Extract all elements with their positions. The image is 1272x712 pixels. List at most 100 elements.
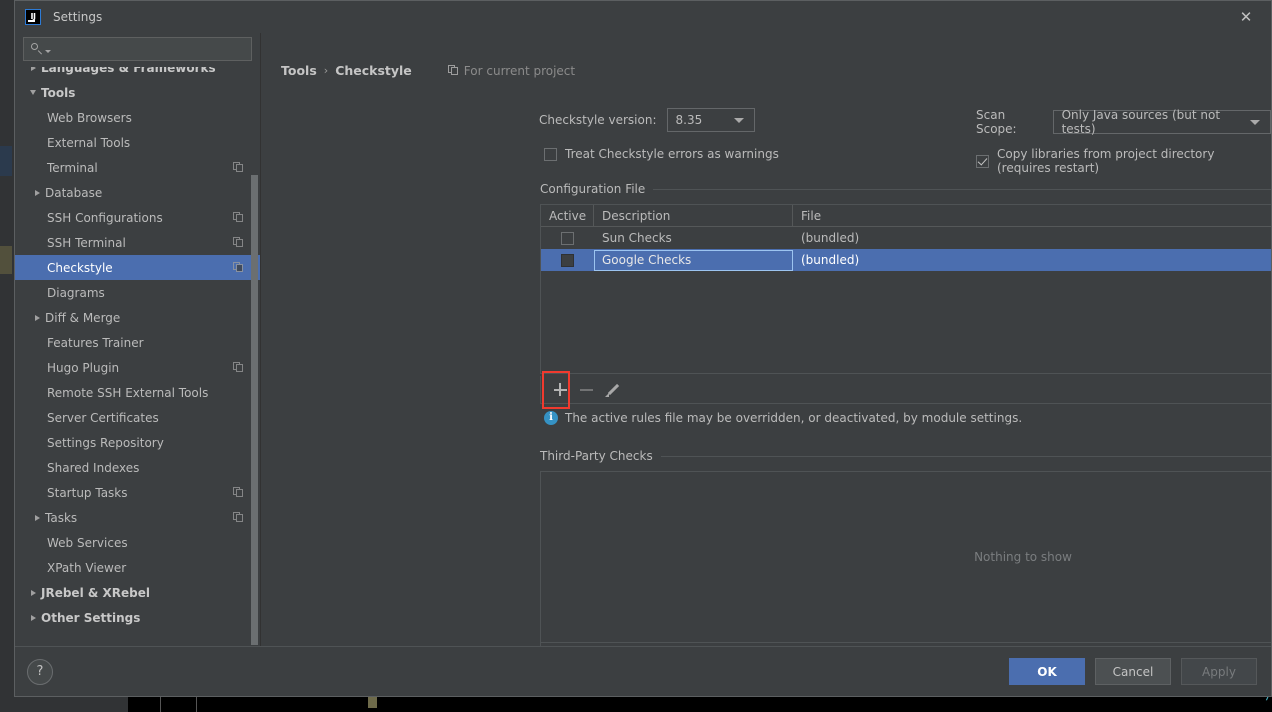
checkstyle-version-row: Checkstyle version: 8.35 [539, 108, 755, 132]
sidebar-item-ssh-configurations[interactable]: SSH Configurations [15, 205, 260, 230]
breadcrumb-separator: › [324, 64, 328, 77]
ide-bottom-status-bar [0, 697, 1272, 712]
row-active-cell[interactable] [541, 249, 594, 271]
sidebar-item-label: Tasks [45, 511, 77, 525]
chevron-down-icon [1250, 120, 1260, 125]
sidebar-item-web-browsers[interactable]: Web Browsers [15, 105, 260, 130]
sidebar-item-web-services[interactable]: Web Services [15, 530, 260, 555]
breadcrumb-root[interactable]: Tools [281, 63, 317, 78]
cancel-button[interactable]: Cancel [1095, 658, 1171, 685]
sidebar-item-checkstyle[interactable]: Checkstyle [15, 255, 260, 280]
breadcrumb: Tools › Checkstyle For current project [261, 33, 1271, 78]
sidebar-item-startup-tasks[interactable]: Startup Tasks [15, 480, 260, 505]
app-logo-text: IJ [31, 13, 36, 21]
sidebar-scrollbar-thumb[interactable] [251, 175, 258, 645]
column-header-active[interactable]: Active [541, 205, 594, 226]
settings-tree: Languages & FrameworksToolsWeb Browsers E… [15, 67, 260, 630]
project-scope-icon [233, 212, 244, 223]
sidebar-tree-scroll: Languages & FrameworksToolsWeb Browsers E… [15, 67, 260, 646]
sidebar-item-label: SSH Terminal [47, 236, 126, 250]
third-party-checks-list[interactable]: Nothing to show [540, 471, 1271, 643]
scan-scope-select[interactable]: Only Java sources (but not tests) [1053, 110, 1271, 134]
intellij-logo-icon: IJ [25, 9, 41, 25]
copy-libraries-checkbox[interactable]: Copy libraries from project directory (r… [976, 147, 1271, 175]
add-third-party-button[interactable] [547, 645, 573, 647]
sidebar-item-database[interactable]: Database [15, 180, 260, 205]
ide-status-indicator [368, 697, 377, 708]
apply-button[interactable]: Apply [1181, 658, 1257, 685]
chevron-right-icon[interactable] [29, 515, 45, 521]
search-box[interactable] [23, 37, 252, 61]
sidebar-item-xpath-viewer[interactable]: XPath Viewer [15, 555, 260, 580]
table-row[interactable]: Google Checks(bundled) [541, 249, 1271, 271]
info-icon: i [544, 411, 558, 425]
sidebar-item-hugo-plugin[interactable]: Hugo Plugin [15, 355, 260, 380]
sidebar-item-languages-frameworks[interactable]: Languages & Frameworks [15, 67, 260, 80]
add-configuration-button[interactable] [547, 378, 573, 402]
column-header-file[interactable]: File [793, 205, 1271, 226]
row-active-cell[interactable] [541, 227, 594, 249]
sidebar-item-diff-merge[interactable]: Diff & Merge [15, 305, 260, 330]
checkstyle-version-label: Checkstyle version: [539, 113, 657, 127]
move-down-third-party-button[interactable] [651, 645, 677, 647]
checkstyle-version-select[interactable]: 8.35 [667, 108, 755, 132]
chevron-right-icon[interactable] [29, 315, 45, 321]
pencil-icon [605, 383, 619, 397]
edit-third-party-button[interactable] [599, 645, 625, 647]
chevron-right-icon[interactable] [29, 190, 45, 196]
chevron-right-icon[interactable] [25, 590, 41, 596]
sidebar-item-other-settings[interactable]: Other Settings [15, 605, 260, 630]
chevron-down-icon[interactable] [25, 90, 41, 95]
window-title: Settings [53, 10, 102, 24]
edit-configuration-button[interactable] [599, 378, 625, 402]
project-scope-icon [233, 512, 244, 523]
copy-libraries-checkbox-box[interactable] [976, 155, 989, 168]
copy-icon [233, 212, 244, 223]
sidebar-item-label: XPath Viewer [47, 561, 126, 575]
copy-icon [233, 237, 244, 248]
sidebar-item-tasks[interactable]: Tasks [15, 505, 260, 530]
chevron-right-icon[interactable] [25, 615, 41, 621]
table-header-row: Active Description File [541, 205, 1271, 227]
sidebar-item-external-tools[interactable]: External Tools [15, 130, 260, 155]
copy-icon [233, 262, 244, 273]
sidebar-item-jrebel-xrebel[interactable]: JRebel & XRebel [15, 580, 260, 605]
search-input[interactable] [51, 41, 245, 57]
sidebar-item-tools[interactable]: Tools [15, 80, 260, 105]
row-active-checkbox[interactable] [561, 232, 574, 245]
sidebar-item-diagrams[interactable]: Diagrams [15, 280, 260, 305]
treat-errors-as-warnings-checkbox[interactable]: Treat Checkstyle errors as warnings [544, 147, 779, 161]
move-up-third-party-button[interactable] [625, 645, 651, 647]
third-party-checks-group-title: Third-Party Checks [540, 449, 661, 463]
treat-errors-checkbox-box[interactable] [544, 148, 557, 161]
column-header-description[interactable]: Description [594, 205, 793, 226]
row-active-checkbox[interactable] [561, 254, 574, 267]
sidebar-item-shared-indexes[interactable]: Shared Indexes [15, 455, 260, 480]
row-description-editor[interactable]: Google Checks [594, 250, 793, 271]
sidebar-item-remote-ssh-external-tools[interactable]: Remote SSH External Tools [15, 380, 260, 405]
sidebar-item-terminal[interactable]: Terminal [15, 155, 260, 180]
help-button[interactable]: ? [27, 659, 53, 685]
table-row[interactable]: Sun Checks(bundled) [541, 227, 1271, 249]
configuration-file-group-title: Configuration File [540, 182, 653, 196]
sidebar-item-label: External Tools [47, 136, 130, 150]
sidebar-item-features-trainer[interactable]: Features Trainer [15, 330, 260, 355]
ide-status-divider-1 [160, 697, 161, 712]
group-divider [653, 189, 1271, 190]
remove-third-party-button[interactable] [573, 645, 599, 647]
sidebar-item-ssh-terminal[interactable]: SSH Terminal [15, 230, 260, 255]
remove-configuration-button[interactable] [573, 378, 599, 402]
project-scope-icon [233, 262, 244, 273]
ok-button[interactable]: OK [1009, 658, 1085, 685]
close-icon[interactable]: ✕ [1227, 1, 1265, 33]
copy-icon [233, 162, 244, 173]
copy-icon [233, 487, 244, 498]
sidebar-item-settings-repository[interactable]: Settings Repository [15, 430, 260, 455]
info-hint-text: The active rules file may be overridden,… [565, 411, 1022, 425]
project-scope-note: For current project [448, 64, 575, 78]
chevron-right-icon[interactable] [25, 67, 41, 71]
row-description-cell[interactable]: Sun Checks [594, 227, 793, 249]
sidebar-item-label: SSH Configurations [47, 211, 163, 225]
group-divider [661, 456, 1271, 457]
sidebar-item-server-certificates[interactable]: Server Certificates [15, 405, 260, 430]
